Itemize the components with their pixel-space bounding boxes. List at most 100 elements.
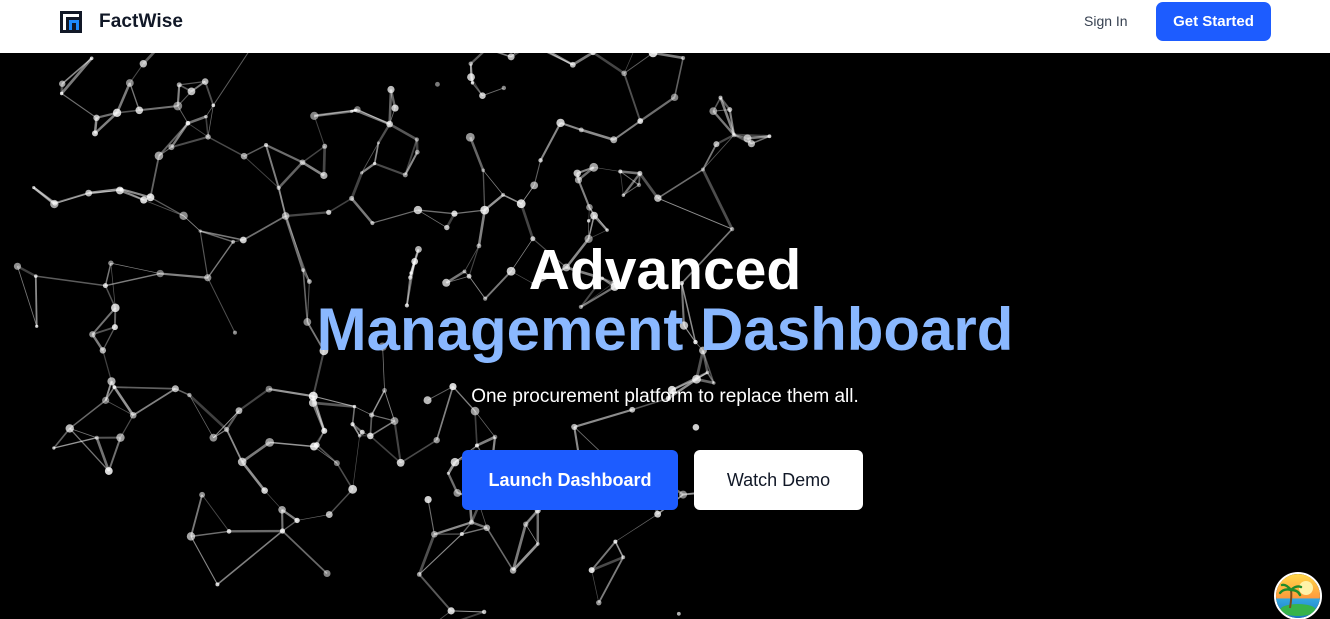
network-node (605, 228, 609, 232)
network-node (199, 491, 206, 498)
network-node (679, 490, 688, 499)
network-edge (486, 527, 514, 571)
network-edge (388, 122, 418, 141)
network-node (125, 79, 134, 87)
network-node (712, 381, 716, 385)
network-node (261, 487, 268, 494)
network-node (453, 489, 462, 497)
network-edge (400, 439, 438, 464)
network-edge (243, 144, 267, 157)
network-node (52, 200, 58, 206)
network-node (112, 108, 122, 118)
sign-in-link[interactable]: Sign In (1084, 12, 1128, 30)
network-node (578, 127, 584, 133)
network-edge (61, 93, 97, 119)
network-node (413, 205, 423, 215)
network-node (705, 370, 710, 375)
network-node (692, 374, 701, 384)
network-edge (242, 215, 287, 241)
network-edge (476, 435, 496, 447)
network-edge (372, 209, 419, 224)
network-node (492, 434, 498, 440)
network-node (278, 506, 286, 514)
network-node (391, 104, 399, 112)
network-node (154, 151, 164, 161)
network-edge (652, 53, 684, 60)
network-node (479, 92, 486, 99)
network-node (310, 111, 319, 120)
network-edge (673, 57, 684, 98)
network-edge (639, 96, 676, 122)
network-node (618, 169, 623, 174)
get-started-button[interactable]: Get Started (1156, 2, 1271, 41)
network-node (654, 194, 662, 202)
network-node (700, 167, 705, 172)
network-node (574, 176, 583, 184)
watch-demo-button[interactable]: Watch Demo (694, 450, 863, 510)
network-node (390, 417, 399, 425)
network-node (692, 424, 700, 431)
network-node (501, 85, 507, 91)
network-node (135, 106, 144, 115)
network-node (396, 458, 405, 467)
network-node (349, 109, 354, 113)
top-navbar: FactWise Sign In Get Started (0, 0, 1330, 53)
network-node (265, 437, 275, 447)
network-node (465, 132, 475, 142)
network-node (730, 226, 735, 232)
network-node (586, 219, 591, 223)
network-edge (351, 406, 356, 425)
network-node (433, 436, 440, 444)
network-node (168, 144, 175, 151)
network-node (354, 106, 361, 113)
network-node (621, 193, 626, 197)
network-node (523, 521, 529, 527)
network-node (467, 73, 475, 81)
tropical-island-avatar-icon (1276, 574, 1320, 618)
network-edge (613, 120, 641, 141)
network-node (636, 182, 642, 188)
network-node (654, 510, 662, 518)
network-edge (204, 81, 215, 106)
network-node (321, 427, 328, 434)
factwise-logo-icon (60, 11, 82, 33)
network-edge (142, 53, 156, 65)
network-node (569, 61, 576, 68)
network-node (431, 530, 438, 538)
network-edge (482, 87, 504, 97)
network-node (530, 181, 539, 190)
network-edge (474, 411, 478, 446)
network-edge (281, 530, 328, 575)
network-node (115, 186, 124, 195)
floating-chat-widget[interactable] (1274, 572, 1322, 619)
network-node (589, 162, 599, 172)
network-node (279, 528, 286, 534)
network-edge (474, 410, 496, 438)
network-node (116, 433, 125, 442)
network-edge (282, 519, 298, 532)
network-edge (265, 144, 304, 164)
brand[interactable]: FactWise (60, 10, 183, 34)
network-node (743, 134, 752, 143)
network-edge (719, 97, 736, 136)
network-node (32, 185, 36, 190)
network-edge (350, 197, 374, 224)
network-node (507, 53, 515, 61)
network-edge (701, 168, 734, 230)
network-edge (313, 115, 326, 147)
network-edge (702, 134, 735, 170)
network-node (359, 429, 365, 435)
launch-dashboard-button[interactable]: Launch Dashboard (462, 450, 678, 510)
network-edge (623, 53, 634, 74)
network-edge (497, 53, 512, 58)
network-edge (149, 155, 160, 198)
network-node (509, 567, 517, 574)
network-node (211, 103, 216, 108)
network-edge (143, 199, 184, 217)
hero-headline-line2: Management Dashboard (316, 296, 1014, 363)
network-node (713, 141, 720, 148)
network-edge (301, 161, 325, 177)
network-edge (591, 570, 600, 603)
network-node (59, 91, 64, 96)
network-edge (388, 89, 393, 125)
